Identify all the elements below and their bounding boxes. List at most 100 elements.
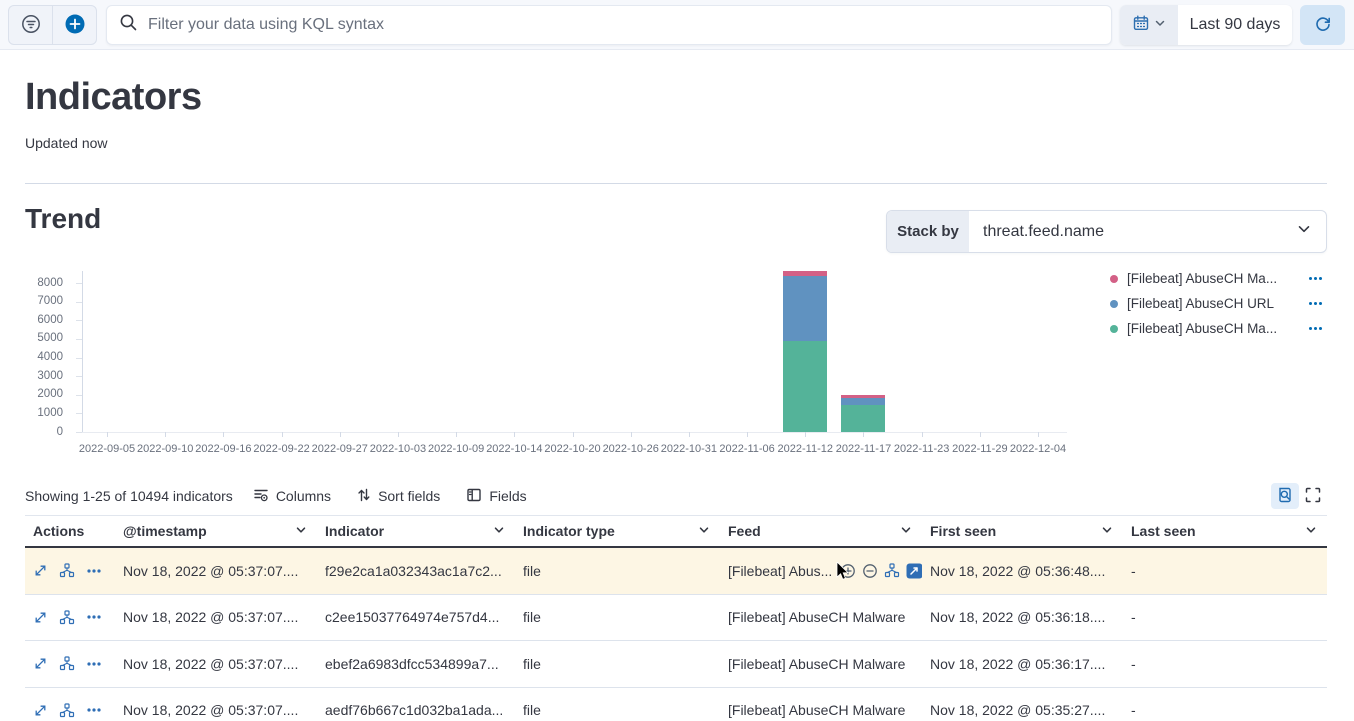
investigate-in-timeline-icon[interactable] bbox=[59, 703, 75, 718]
indicator-type-cell[interactable]: file bbox=[515, 702, 720, 718]
filter-in-icon[interactable] bbox=[840, 563, 856, 579]
x-tick-mark bbox=[340, 432, 341, 437]
open-flyout-icon[interactable] bbox=[33, 703, 48, 718]
legend-item[interactable]: [Filebeat] AbuseCH Ma... bbox=[1110, 266, 1322, 291]
fields-button[interactable]: Fields bbox=[466, 487, 526, 506]
legend-color-dot bbox=[1110, 275, 1118, 283]
feed-cell[interactable]: [Filebeat] AbuseCH Malware bbox=[720, 656, 922, 672]
column-header[interactable]: Actions bbox=[25, 516, 115, 546]
legend-color-dot bbox=[1110, 300, 1118, 308]
column-header[interactable]: Feed bbox=[720, 516, 922, 546]
date-picker[interactable]: Last 90 days bbox=[1120, 5, 1292, 45]
table-row: Nov 18, 2022 @ 05:37:07.... ebef2a6983df… bbox=[25, 641, 1327, 688]
add-to-timeline-icon[interactable] bbox=[884, 563, 900, 578]
inspect-button[interactable] bbox=[1271, 483, 1299, 509]
column-header[interactable]: First seen bbox=[922, 516, 1123, 546]
bar-segment[interactable] bbox=[783, 276, 827, 341]
bar-segment[interactable] bbox=[783, 271, 827, 276]
refresh-button[interactable] bbox=[1300, 5, 1345, 45]
indicator-cell[interactable]: c2ee15037764974e757d4... bbox=[317, 609, 515, 625]
last-seen-cell[interactable]: - bbox=[1123, 563, 1327, 579]
timestamp-cell[interactable]: Nov 18, 2022 @ 05:37:07.... bbox=[115, 563, 317, 579]
first-seen-cell[interactable]: Nov 18, 2022 @ 05:35:27.... bbox=[922, 702, 1123, 718]
row-actions bbox=[33, 563, 102, 578]
column-header[interactable]: @timestamp bbox=[115, 516, 317, 546]
open-flyout-icon[interactable] bbox=[33, 656, 48, 671]
saved-query-menu-button[interactable] bbox=[9, 6, 52, 44]
legend-actions-icon[interactable] bbox=[1303, 277, 1322, 280]
timestamp-cell[interactable]: Nov 18, 2022 @ 05:37:07.... bbox=[115, 656, 317, 672]
investigate-in-timeline-icon[interactable] bbox=[59, 656, 75, 671]
indicator-cell[interactable]: f29e2ca1a032343ac1a7c2... bbox=[317, 563, 515, 579]
legend-item[interactable]: [Filebeat] AbuseCH Ma... bbox=[1110, 316, 1322, 341]
calendar-icon bbox=[1133, 15, 1149, 36]
indicator-type-cell[interactable]: file bbox=[515, 656, 720, 672]
columns-icon bbox=[253, 487, 269, 506]
y-tick-label: 0 bbox=[25, 426, 63, 438]
timestamp-cell[interactable]: Nov 18, 2022 @ 05:37:07.... bbox=[115, 702, 317, 718]
first-seen-cell[interactable]: Nov 18, 2022 @ 05:36:48.... bbox=[922, 563, 1123, 579]
date-picker-quick-menu[interactable] bbox=[1120, 5, 1178, 45]
y-tick-label: 3000 bbox=[25, 370, 63, 382]
chevron-down-icon bbox=[1305, 523, 1317, 539]
indicator-cell[interactable]: ebef2a6983dfcc534899a7... bbox=[317, 656, 515, 672]
first-seen-cell[interactable]: Nov 18, 2022 @ 05:36:17.... bbox=[922, 656, 1123, 672]
copy-value-icon[interactable] bbox=[906, 563, 922, 579]
investigate-in-timeline-icon[interactable] bbox=[59, 610, 75, 625]
legend-actions-icon[interactable] bbox=[1303, 327, 1322, 330]
indicator-cell[interactable]: aedf76b667c1d032ba1ada... bbox=[317, 702, 515, 718]
more-actions-icon[interactable] bbox=[86, 614, 102, 620]
legend-item[interactable]: [Filebeat] AbuseCH URL bbox=[1110, 291, 1322, 316]
first-seen-cell[interactable]: Nov 18, 2022 @ 05:36:18.... bbox=[922, 609, 1123, 625]
date-range-label[interactable]: Last 90 days bbox=[1178, 5, 1292, 45]
bar-segment[interactable] bbox=[841, 395, 885, 398]
column-header-label: Indicator type bbox=[523, 523, 698, 539]
filter-out-icon[interactable] bbox=[862, 563, 878, 579]
table-row: Nov 18, 2022 @ 05:37:07.... f29e2ca1a032… bbox=[25, 548, 1327, 595]
x-tick-mark bbox=[747, 432, 748, 437]
open-flyout-icon[interactable] bbox=[33, 610, 48, 625]
fullscreen-button[interactable] bbox=[1299, 483, 1327, 509]
feed-cell[interactable]: [Filebeat] AbuseCH Malware bbox=[720, 609, 922, 625]
bar-segment[interactable] bbox=[841, 405, 885, 432]
y-tick-mark bbox=[76, 413, 82, 414]
investigate-in-timeline-icon[interactable] bbox=[59, 563, 75, 578]
x-tick-mark bbox=[863, 432, 864, 437]
more-actions-icon[interactable] bbox=[86, 661, 102, 667]
y-tick-label: 1000 bbox=[25, 407, 63, 419]
last-seen-cell[interactable]: - bbox=[1123, 702, 1327, 718]
x-tick-mark bbox=[165, 432, 166, 437]
column-header[interactable]: Last seen bbox=[1123, 516, 1327, 546]
feed-cell[interactable]: [Filebeat] AbuseCH Malware bbox=[720, 702, 922, 718]
sort-fields-label: Sort fields bbox=[378, 488, 440, 504]
x-axis-line bbox=[82, 432, 1067, 433]
kql-search-input[interactable] bbox=[148, 16, 1099, 34]
more-actions-icon[interactable] bbox=[86, 568, 102, 574]
refresh-icon bbox=[1314, 15, 1332, 36]
legend-actions-icon[interactable] bbox=[1303, 302, 1322, 305]
x-tick-mark bbox=[282, 432, 283, 437]
x-tick-mark bbox=[456, 432, 457, 437]
bar-segment[interactable] bbox=[783, 341, 827, 432]
kql-search-box bbox=[106, 5, 1112, 45]
timestamp-cell[interactable]: Nov 18, 2022 @ 05:37:07.... bbox=[115, 609, 317, 625]
last-seen-cell[interactable]: - bbox=[1123, 609, 1327, 625]
add-filter-button[interactable] bbox=[53, 6, 96, 44]
sort-fields-button[interactable]: Sort fields bbox=[357, 487, 440, 506]
y-tick-label: 5000 bbox=[25, 332, 63, 344]
column-header[interactable]: Indicator bbox=[317, 516, 515, 546]
indicator-type-cell[interactable]: file bbox=[515, 563, 720, 579]
last-seen-cell[interactable]: - bbox=[1123, 656, 1327, 672]
y-tick-mark bbox=[76, 302, 82, 303]
stack-by-select[interactable]: threat.feed.name bbox=[969, 211, 1326, 252]
indicator-type-cell[interactable]: file bbox=[515, 609, 720, 625]
columns-button[interactable]: Columns bbox=[253, 487, 331, 506]
open-flyout-icon[interactable] bbox=[33, 563, 48, 578]
y-tick-mark bbox=[76, 376, 82, 377]
cell-hover-actions bbox=[840, 563, 922, 579]
column-header[interactable]: Indicator type bbox=[515, 516, 720, 546]
showing-count: Showing 1-25 of 10494 indicators bbox=[25, 488, 233, 504]
feed-cell[interactable]: [Filebeat] Abus... bbox=[720, 563, 922, 579]
bar-segment[interactable] bbox=[841, 398, 885, 405]
more-actions-icon[interactable] bbox=[86, 707, 102, 713]
